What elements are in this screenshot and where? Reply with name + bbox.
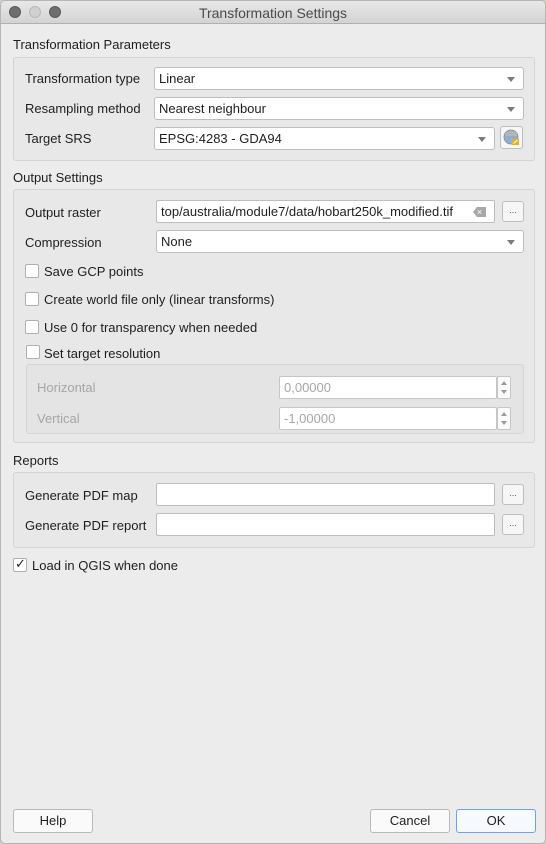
vertical-resolution-label: Vertical	[37, 411, 80, 426]
horizontal-resolution-value: 0,00000	[284, 380, 331, 395]
chevron-down-icon	[507, 77, 515, 82]
vertical-resolution-input[interactable]: -1,00000	[279, 407, 497, 430]
select-crs-button[interactable]	[500, 126, 523, 149]
chevron-down-icon	[507, 107, 515, 112]
load-in-qgis-label: Load in QGIS when done	[32, 558, 178, 573]
transformation-parameters-group: Transformation type Linear Resampling me…	[13, 57, 535, 161]
resampling-method-select[interactable]: Nearest neighbour	[154, 97, 524, 120]
compression-value: None	[161, 234, 193, 249]
create-world-file-label: Create world file only (linear transform…	[44, 292, 275, 307]
globe-icon	[503, 129, 519, 145]
transformation-parameters-heading: Transformation Parameters	[13, 37, 171, 52]
output-settings-group: Output raster top/australia/module7/data…	[13, 189, 535, 443]
save-gcp-points-label: Save GCP points	[44, 264, 144, 279]
resampling-method-label: Resampling method	[25, 101, 141, 116]
output-raster-value: top/australia/module7/data/hobart250k_mo…	[161, 204, 453, 219]
step-down-icon	[501, 421, 507, 425]
pdf-map-input[interactable]	[156, 483, 495, 506]
output-raster-input[interactable]: top/australia/module7/data/hobart250k_mo…	[156, 200, 495, 223]
set-target-resolution-checkbox[interactable]	[26, 345, 40, 359]
reports-heading: Reports	[13, 453, 59, 468]
chevron-down-icon	[507, 240, 515, 245]
vertical-resolution-value: -1,00000	[284, 411, 336, 426]
step-up-icon	[501, 412, 507, 416]
transformation-type-value: Linear	[159, 71, 196, 86]
pdf-map-label: Generate PDF map	[25, 488, 138, 503]
pdf-map-browse-button[interactable]: ...	[502, 484, 524, 505]
target-srs-value: EPSG:4283 - GDA94	[159, 131, 282, 146]
transformation-settings-dialog: Transformation Settings Transformation P…	[0, 0, 546, 844]
target-resolution-group: Horizontal 0,00000 Vertical -1,00000	[26, 364, 524, 434]
pdf-report-label: Generate PDF report	[25, 518, 147, 533]
clear-icon[interactable]: ×	[473, 207, 486, 217]
resampling-method-value: Nearest neighbour	[159, 101, 266, 116]
output-raster-label: Output raster	[25, 205, 101, 220]
use-zero-transparency-checkbox[interactable]	[25, 320, 39, 334]
pdf-report-browse-button[interactable]: ...	[502, 514, 524, 535]
horizontal-resolution-input[interactable]: 0,00000	[279, 376, 497, 399]
target-srs-select[interactable]: EPSG:4283 - GDA94	[154, 127, 495, 150]
chevron-down-icon	[478, 137, 486, 142]
compression-select[interactable]: None	[156, 230, 524, 253]
set-target-resolution-label: Set target resolution	[44, 346, 161, 361]
target-srs-label: Target SRS	[25, 131, 92, 146]
window-title: Transformation Settings	[198, 5, 348, 21]
use-zero-transparency-label: Use 0 for transparency when needed	[44, 320, 258, 335]
cancel-button[interactable]: Cancel	[370, 809, 450, 833]
title-bar: Transformation Settings	[1, 1, 545, 24]
reports-group: Generate PDF map ... Generate PDF report…	[13, 472, 535, 548]
step-down-icon	[501, 390, 507, 394]
output-raster-browse-button[interactable]: ...	[502, 201, 524, 222]
transformation-type-select[interactable]: Linear	[154, 67, 524, 90]
vertical-resolution-stepper[interactable]	[497, 407, 511, 430]
pdf-report-input[interactable]	[156, 513, 495, 536]
help-button[interactable]: Help	[13, 809, 93, 833]
horizontal-resolution-label: Horizontal	[37, 380, 96, 395]
horizontal-resolution-stepper[interactable]	[497, 376, 511, 399]
transformation-type-label: Transformation type	[25, 71, 141, 86]
create-world-file-checkbox[interactable]	[25, 292, 39, 306]
step-up-icon	[501, 381, 507, 385]
ok-button[interactable]: OK	[456, 809, 536, 833]
output-settings-heading: Output Settings	[13, 170, 103, 185]
save-gcp-points-checkbox[interactable]	[25, 264, 39, 278]
compression-label: Compression	[25, 235, 102, 250]
load-in-qgis-checkbox[interactable]	[13, 556, 27, 572]
